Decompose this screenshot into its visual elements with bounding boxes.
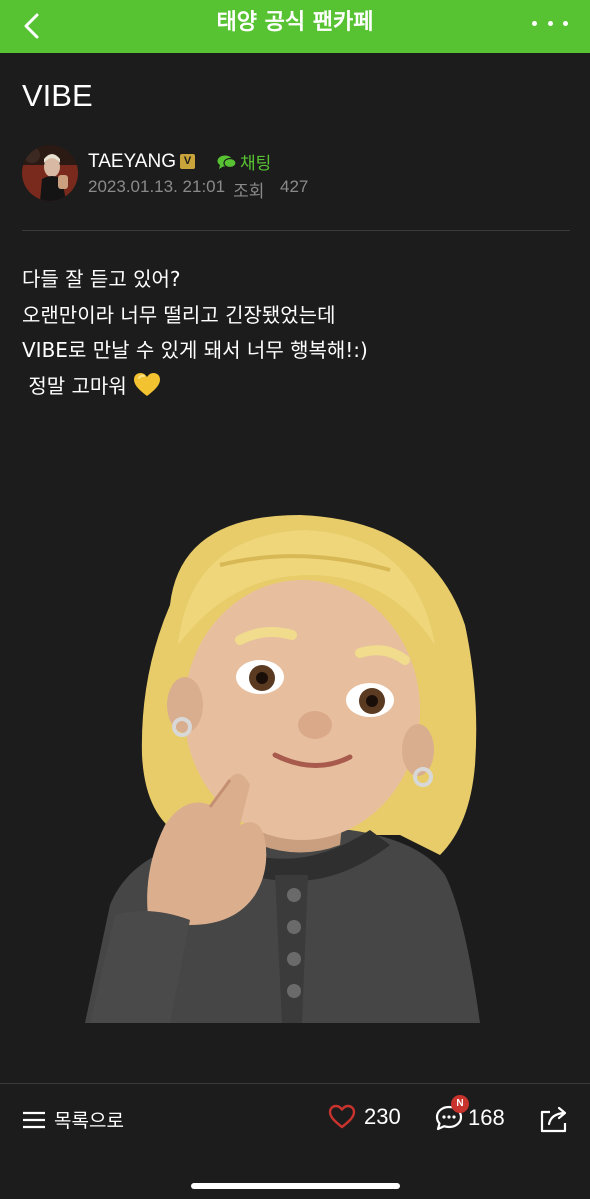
new-comment-badge: N bbox=[451, 1095, 469, 1113]
divider bbox=[22, 230, 570, 231]
body-line: VIBE로 만날 수 있게 돼서 너무 행복해!:) bbox=[22, 338, 368, 362]
chat-label: 채팅 bbox=[239, 154, 272, 174]
cafe-title: 태양 공식 팬카페 bbox=[216, 10, 374, 35]
memoji-image bbox=[85, 515, 480, 1023]
like-button[interactable]: 230 bbox=[328, 1104, 401, 1130]
body-line: 다들 잘 듣고 있어? bbox=[22, 267, 181, 291]
comment-count: 168 bbox=[468, 1105, 505, 1130]
body-line: 오랜만이라 너무 떨리고 긴장됐었는데 bbox=[22, 302, 336, 327]
top-bar: 태양 공식 팬카페 bbox=[0, 0, 590, 53]
post-title: VIBE bbox=[22, 78, 93, 113]
author-avatar[interactable] bbox=[22, 145, 78, 201]
yellow-heart-icon bbox=[133, 372, 160, 396]
list-label: 목록으로 bbox=[54, 1110, 124, 1132]
more-options-button[interactable] bbox=[532, 8, 568, 38]
body-line: 정말 고마워 bbox=[22, 373, 127, 398]
view-count-wrap: 427 bbox=[280, 177, 308, 197]
post-meta: 2023.01.13. 21:01 조회 bbox=[88, 177, 264, 202]
comment-icon-wrap: N bbox=[434, 1095, 469, 1132]
like-count: 230 bbox=[364, 1104, 401, 1129]
list-button[interactable]: 목록으로 bbox=[22, 1106, 124, 1133]
views-label: 조회 bbox=[233, 182, 265, 201]
heart-icon bbox=[328, 1104, 356, 1129]
body-line-with-emoji: 정말 고마워 bbox=[22, 369, 572, 405]
menu-icon bbox=[23, 1111, 45, 1128]
home-indicator[interactable] bbox=[191, 1183, 400, 1189]
post-body: 다들 잘 듣고 있어? 오랜만이라 너무 떨리고 긴장됐었는데 VIBE로 만날… bbox=[22, 262, 572, 404]
bottom-bar: 목록으로 230 N 168 bbox=[0, 1083, 590, 1199]
chat-bubble-icon bbox=[217, 155, 237, 169]
comment-button[interactable]: N 168 bbox=[434, 1095, 505, 1132]
author-name[interactable]: TAEYANG bbox=[88, 151, 176, 173]
author-row: TAEYANG V 채팅 bbox=[88, 149, 271, 175]
share-button[interactable] bbox=[538, 1104, 570, 1134]
share-icon bbox=[540, 1106, 567, 1133]
chat-link[interactable]: 채팅 bbox=[217, 149, 271, 174]
post-date: 2023.01.13. 21:01 bbox=[88, 177, 226, 196]
view-count: 427 bbox=[280, 177, 309, 196]
verified-badge: V bbox=[179, 154, 195, 169]
more-dots-icon bbox=[532, 20, 537, 26]
